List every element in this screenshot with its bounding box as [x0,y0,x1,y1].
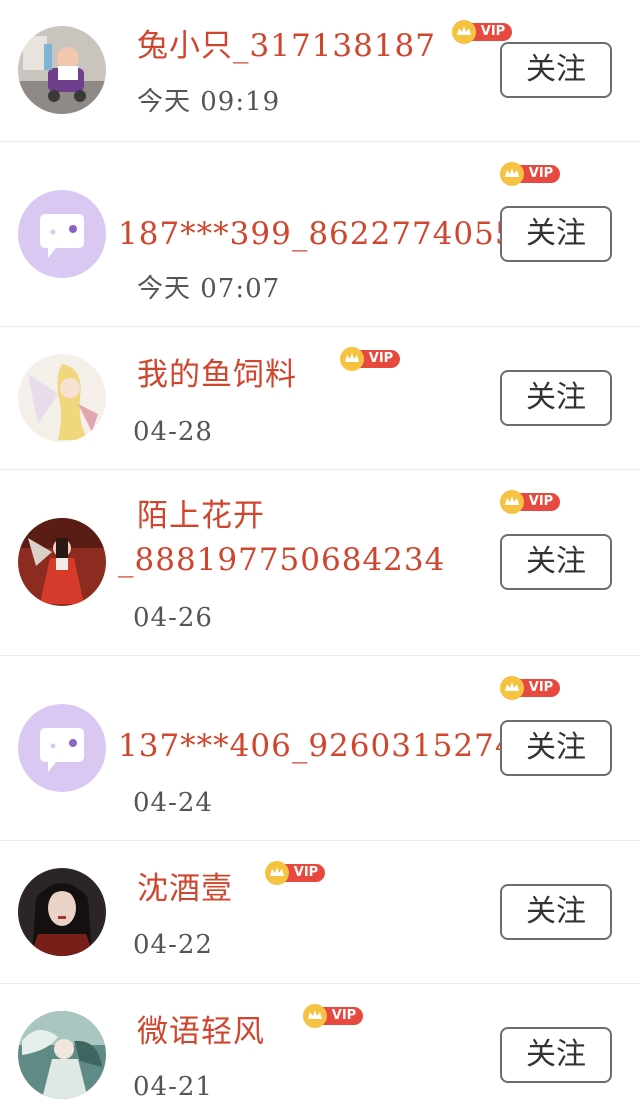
user-name-line1: 陌上花开 [137,498,265,534]
photo-avatar-baby-icon [18,26,106,114]
user-name: 187***399_8622774055 [118,216,516,252]
user-name: 137***406_9260315274 [118,728,516,764]
list-item[interactable]: 137***406_9260315274 VIP 04-24 关注 [0,656,640,841]
list-item[interactable]: 我的鱼饲料 VIP 04-28 关注 [0,327,640,470]
user-name: 微语轻风 [137,1014,265,1050]
list-item[interactable]: 微语轻风 VIP 04-21 关注 [0,984,640,1114]
avatar[interactable] [18,1011,106,1099]
vip-badge: VIP [500,676,560,700]
user-name: 兔小只_317138187 [137,28,437,64]
avatar[interactable] [18,704,106,792]
activity-time: 04-22 [133,930,213,960]
list-item[interactable]: 187***399_8622774055 VIP 今天 07:07 关注 [0,142,640,327]
default-chat-avatar-icon [18,704,106,792]
list-item[interactable]: 沈酒壹 VIP 04-22 关注 [0,841,640,984]
activity-time: 04-28 [133,417,213,447]
avatar[interactable] [18,26,106,114]
list-item[interactable]: 兔小只_317138187 VIP 今天 09:19 关注 [0,0,640,142]
vip-badge: VIP [500,162,560,186]
avatar[interactable] [18,354,106,442]
vip-badge: VIP [340,347,400,371]
activity-time: 今天 07:07 [137,274,281,304]
activity-time: 04-21 [133,1072,213,1102]
follow-button[interactable]: 关注 [500,534,612,590]
activity-time: 04-26 [133,603,213,633]
follow-button[interactable]: 关注 [500,720,612,776]
follow-button[interactable]: 关注 [500,370,612,426]
user-name-line2: _888197750684234 [118,542,446,578]
avatar[interactable] [18,518,106,606]
vip-badge: VIP [500,490,560,514]
follow-button[interactable]: 关注 [500,206,612,262]
follow-button[interactable]: 关注 [500,1027,612,1083]
activity-time: 04-24 [133,788,213,818]
avatar[interactable] [18,190,106,278]
avatar[interactable] [18,868,106,956]
user-name: 沈酒壹 [137,871,233,907]
follow-button[interactable]: 关注 [500,42,612,98]
default-chat-avatar-icon [18,190,106,278]
photo-avatar-red-dress-icon [18,518,106,606]
photo-avatar-illustration-icon [18,354,106,442]
vip-badge: VIP [303,1004,363,1028]
vip-badge: VIP [265,861,325,885]
follow-button[interactable]: 关注 [500,884,612,940]
vip-badge: VIP [452,20,512,44]
photo-avatar-fantasy-icon [18,1011,106,1099]
follower-list: 兔小只_317138187 VIP 今天 09:19 关注 187***399_… [0,0,640,1114]
list-item[interactable]: 陌上花开 _888197750684234 VIP 04-26 关注 [0,470,640,656]
user-name: 我的鱼饲料 [137,357,297,393]
activity-time: 今天 09:19 [137,87,281,117]
photo-avatar-portrait-icon [18,868,106,956]
